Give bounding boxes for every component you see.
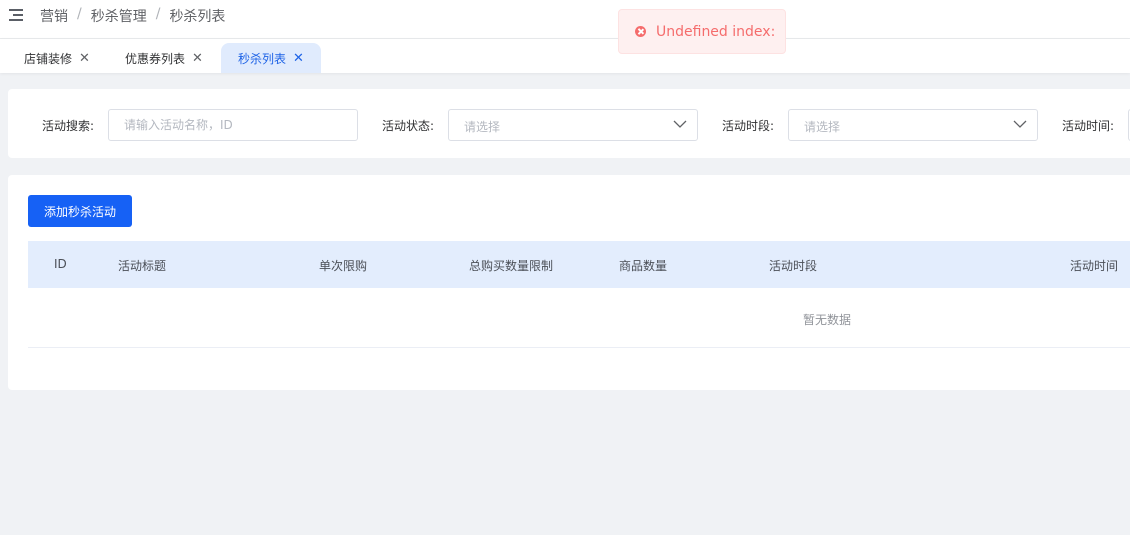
- column-header-title: 活动标题: [118, 259, 167, 273]
- status-select[interactable]: 请选择: [448, 109, 698, 141]
- close-icon[interactable]: ✕: [192, 51, 203, 66]
- tab-coupon-list[interactable]: 优惠券列表 ✕: [125, 43, 215, 73]
- close-icon[interactable]: ✕: [79, 51, 90, 66]
- tab-label: 秒杀列表: [238, 51, 287, 66]
- add-seckill-button[interactable]: 添加秒杀活动: [28, 195, 132, 227]
- column-header-product-count: 商品数量: [619, 259, 668, 273]
- table-header: ID 活动标题 单次限购 总购买数量限制 商品数量 活动时段 活动时间: [28, 241, 1130, 288]
- column-header-total-limit: 总购买数量限制: [469, 259, 554, 273]
- breadcrumb-separator: /: [77, 6, 82, 22]
- breadcrumb-item-marketing[interactable]: 营销: [40, 6, 68, 26]
- tabs-bar: 店铺装修 ✕ 优惠券列表 ✕ 秒杀列表 ✕: [0, 39, 1130, 73]
- time-label: 活动时间:: [1062, 119, 1115, 133]
- period-label: 活动时段:: [722, 119, 775, 133]
- table-panel: 添加秒杀活动 ID 活动标题 单次限购 总购买数量限制 商品数量 活动时段 活动…: [8, 175, 1130, 390]
- empty-text: 暂无数据: [803, 313, 852, 327]
- toast-message: Undefined index:: [656, 23, 776, 40]
- breadcrumb: 营销 / 秒杀管理 / 秒杀列表: [40, 6, 225, 26]
- chevron-down-icon: [673, 120, 687, 128]
- column-header-time: 活动时间: [1070, 259, 1119, 273]
- status-label: 活动状态:: [382, 119, 435, 133]
- error-toast: Undefined index:: [618, 9, 786, 54]
- period-select-placeholder: 请选择: [804, 120, 841, 134]
- error-circle-icon: [635, 26, 646, 37]
- search-label: 活动搜索:: [42, 119, 95, 133]
- column-header-single-limit: 单次限购: [319, 259, 368, 273]
- tab-label: 优惠券列表: [125, 51, 186, 66]
- filter-panel: 活动搜索: 活动状态: 请选择 活动时段: 请选择 活动时间:: [8, 89, 1130, 158]
- status-select-placeholder: 请选择: [464, 120, 501, 134]
- menu-fold-icon[interactable]: [9, 9, 23, 21]
- top-bar: 营销 / 秒杀管理 / 秒杀列表: [0, 0, 1130, 39]
- breadcrumb-item-seckill-list: 秒杀列表: [169, 9, 226, 25]
- column-header-period: 活动时段: [769, 259, 818, 273]
- breadcrumb-item-seckill-management[interactable]: 秒杀管理: [91, 6, 147, 26]
- tab-label: 店铺装修: [24, 51, 73, 66]
- breadcrumb-separator: /: [155, 6, 161, 22]
- close-icon[interactable]: ✕: [293, 51, 304, 66]
- chevron-down-icon: [1013, 120, 1027, 128]
- table-empty-row: 暂无数据: [28, 288, 1130, 348]
- tab-seckill-list[interactable]: 秒杀列表 ✕: [221, 43, 321, 73]
- period-select[interactable]: 请选择: [788, 109, 1038, 141]
- search-input[interactable]: [108, 109, 358, 141]
- column-header-id: ID: [54, 257, 67, 271]
- tab-store-decoration[interactable]: 店铺装修 ✕: [24, 43, 102, 73]
